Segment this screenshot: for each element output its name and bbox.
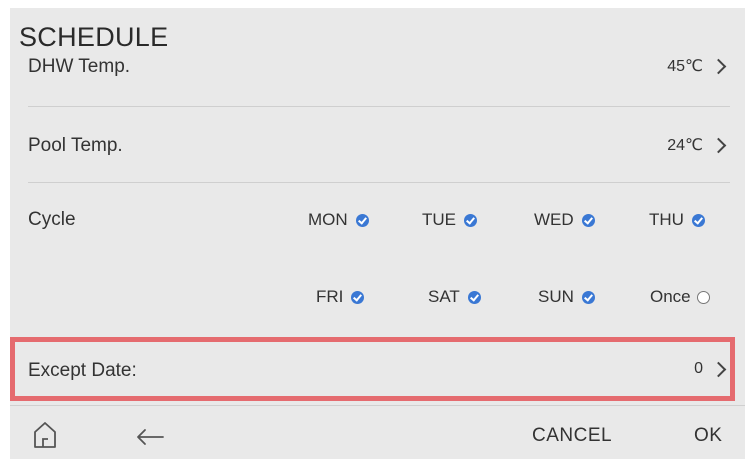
- day-label: TUE: [422, 210, 456, 229]
- day-thu[interactable]: THU: [649, 210, 705, 230]
- except-date-label: Except Date:: [28, 360, 137, 381]
- day-label: SAT: [428, 287, 460, 306]
- except-date-value: 0: [694, 360, 703, 377]
- chevron-right-icon: [710, 137, 727, 153]
- day-sat[interactable]: SAT: [428, 287, 481, 307]
- home-button[interactable]: [32, 420, 58, 455]
- page-title: SCHEDULE: [19, 22, 177, 53]
- pool-temp-value-group: 24℃: [667, 135, 730, 155]
- pool-temp-label: Pool Temp.: [28, 135, 123, 156]
- cancel-button[interactable]: CANCEL: [532, 425, 612, 447]
- footer-divider: [10, 405, 745, 406]
- checked-icon: [351, 290, 365, 304]
- chevron-right-icon: [710, 58, 727, 74]
- ok-button[interactable]: OK: [694, 425, 722, 447]
- divider: [28, 182, 730, 183]
- back-arrow-icon: [137, 429, 164, 445]
- cycle-label: Cycle: [28, 209, 76, 230]
- pool-temp-value: 24℃: [667, 137, 703, 154]
- dhw-temp-label: DHW Temp.: [28, 56, 131, 77]
- checked-icon: [464, 213, 477, 227]
- day-tue[interactable]: TUE: [422, 210, 477, 230]
- checked-icon: [581, 213, 595, 227]
- day-once[interactable]: Once: [650, 287, 710, 307]
- checked-icon: [467, 290, 481, 304]
- schedule-screen: SCHEDULE DHW Temp. 45℃ Pool Temp. 24℃ Cy…: [10, 8, 745, 459]
- day-label: SUN: [538, 287, 574, 306]
- back-button[interactable]: [133, 423, 167, 452]
- day-label: MON: [308, 210, 348, 229]
- day-mon[interactable]: MON: [308, 210, 369, 230]
- checked-icon: [355, 213, 369, 227]
- checked-icon: [691, 213, 705, 227]
- chevron-right-icon: [710, 361, 727, 377]
- day-label: Once: [650, 287, 691, 306]
- day-label: WED: [534, 210, 574, 229]
- unchecked-radio-icon: [696, 290, 710, 304]
- day-label: FRI: [316, 287, 344, 306]
- dhw-temp-value-group: 45℃: [667, 56, 730, 76]
- divider: [28, 106, 730, 107]
- day-fri[interactable]: FRI: [316, 287, 365, 307]
- except-date-value-group: 0: [694, 360, 730, 378]
- day-label: THU: [649, 210, 684, 229]
- checked-icon: [581, 290, 595, 304]
- home-icon: [34, 422, 56, 448]
- day-sun[interactable]: SUN: [538, 287, 595, 307]
- day-wed[interactable]: WED: [534, 210, 595, 230]
- dhw-temp-value: 45℃: [667, 58, 703, 75]
